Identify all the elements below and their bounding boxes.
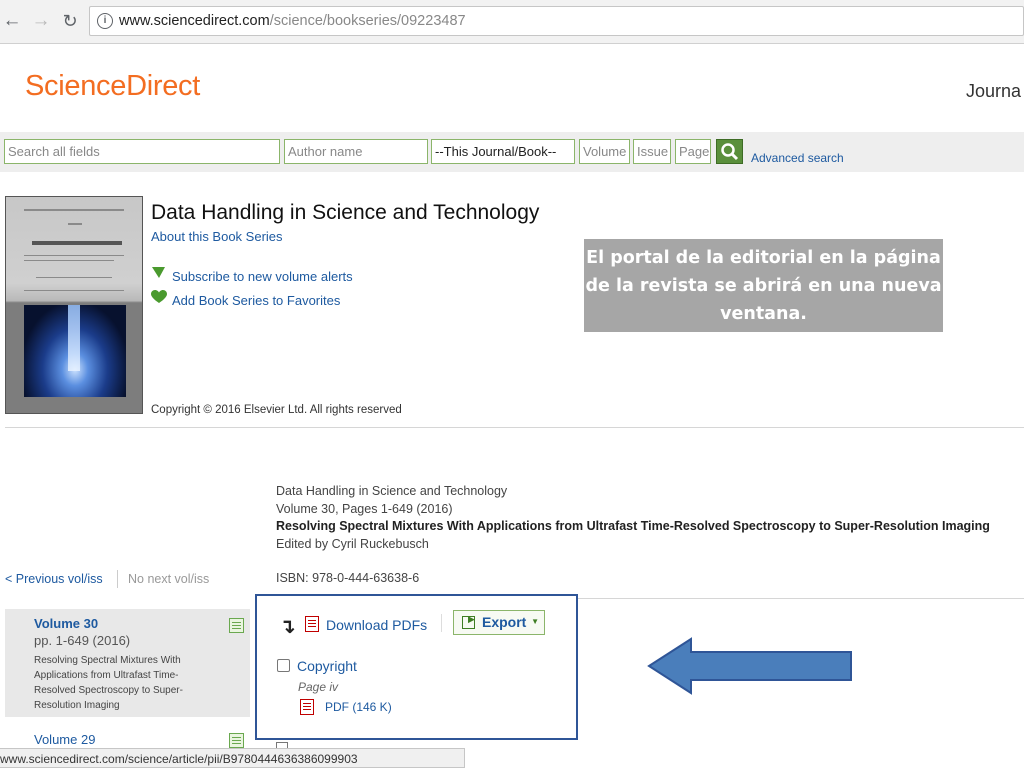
volume-info: Data Handling in Science and Technology …: [276, 483, 990, 553]
address-bar[interactable]: i www.sciencedirect.com/science/bookseri…: [89, 6, 1024, 36]
sciencedirect-logo[interactable]: ScienceDirect: [25, 70, 200, 103]
divider: [441, 614, 442, 632]
cover-author-line: [24, 290, 124, 291]
heart-icon: [151, 290, 167, 303]
cover-light-beam: [68, 305, 80, 371]
volume-pages: Volume 30, Pages 1-649 (2016): [276, 501, 453, 516]
download-arrow-icon: ↴: [279, 616, 296, 638]
volume-30-link[interactable]: Volume 30: [34, 616, 98, 631]
url-text: www.sciencedirect.com/science/bookseries…: [119, 13, 466, 29]
cover-header-line: [24, 209, 124, 211]
browser-toolbar: ← → ↻ i www.sciencedirect.com/science/bo…: [0, 0, 1024, 44]
export-button[interactable]: Export ▼: [453, 610, 545, 635]
copyright-chapter-link[interactable]: Copyright: [297, 658, 357, 674]
download-pdfs-link[interactable]: Download PDFs: [326, 617, 427, 633]
series-title: Data Handling in Science and Technology: [151, 201, 540, 224]
volume-editor: Edited by Cyril Ruckebusch: [276, 536, 429, 551]
alert-leaf-icon: [152, 267, 165, 278]
isbn: ISBN: 978-0-444-63638-6: [276, 571, 420, 585]
advanced-search-link[interactable]: Advanced search: [751, 151, 844, 165]
volume-pages: pp. 1-649 (2016): [34, 633, 131, 648]
volume-29-link[interactable]: Volume 29: [34, 732, 95, 747]
journal-scope-select[interactable]: --This Journal/Book--: [431, 139, 575, 164]
cover-title-block: [32, 241, 122, 245]
forward-arrow-icon[interactable]: →: [30, 10, 52, 32]
volume-input[interactable]: Volume: [579, 139, 630, 164]
left-arrow-annotation-icon: [647, 637, 852, 695]
previous-volume-link[interactable]: < Previous vol/iss: [5, 572, 103, 586]
volume-book-title: Resolving Spectral Mixtures With Applica…: [276, 519, 990, 533]
export-label: Export: [482, 614, 527, 630]
divider: [5, 427, 1024, 428]
back-arrow-icon[interactable]: ←: [1, 10, 23, 32]
nav-journals-link[interactable]: Journa: [966, 81, 1021, 102]
subscribe-alerts-link[interactable]: Subscribe to new volume alerts: [172, 269, 353, 284]
annotation-callout: El portal de la editorial en la página d…: [584, 239, 943, 332]
search-button[interactable]: [716, 139, 743, 164]
next-volume-label: No next vol/iss: [128, 572, 210, 586]
list-view-icon[interactable]: [229, 733, 244, 748]
author-name-input[interactable]: Author name: [284, 139, 428, 164]
info-icon[interactable]: i: [97, 13, 113, 29]
search-icon: [721, 143, 739, 161]
search-all-fields-input[interactable]: Search all fields: [4, 139, 280, 164]
volume-list-item-active[interactable]: Volume 30 pp. 1-649 (2016) Resolving Spe…: [5, 609, 250, 717]
about-series-link[interactable]: About this Book Series: [151, 229, 283, 244]
copyright-notice: Copyright © 2016 Elsevier Ltd. All right…: [151, 404, 402, 416]
volume-series-name: Data Handling in Science and Technology: [276, 484, 508, 498]
book-cover-image[interactable]: [5, 196, 143, 414]
cover-subtitle-line: [24, 255, 124, 256]
caret-down-icon: ▼: [531, 617, 539, 626]
add-favorites-link[interactable]: Add Book Series to Favorites: [172, 293, 340, 308]
export-icon: [462, 614, 475, 629]
volume-description: Resolving Spectral Mixtures With Applica…: [34, 655, 183, 711]
cover-subtitle-line: [24, 260, 114, 261]
chapter-page: Page iv: [298, 680, 339, 694]
divider: [117, 570, 118, 588]
reload-icon[interactable]: ↻: [59, 10, 81, 32]
issue-input[interactable]: Issue: [633, 139, 671, 164]
toc-highlight-box: ↴ Download PDFs Export ▼ Copyright Page …: [255, 594, 578, 740]
pdf-icon: [305, 616, 319, 632]
copyright-checkbox[interactable]: [277, 659, 290, 672]
pdf-icon: [300, 699, 314, 715]
list-view-icon[interactable]: [229, 618, 244, 633]
cover-editor-line: [36, 277, 112, 278]
status-bar-url: www.sciencedirect.com/science/article/pi…: [0, 748, 465, 768]
page-input[interactable]: Page: [675, 139, 711, 164]
pdf-download-link[interactable]: PDF (146 K): [325, 700, 392, 714]
cover-volume-mark: [68, 223, 82, 225]
search-bar: Search all fields Author name --This Jou…: [0, 132, 1024, 172]
